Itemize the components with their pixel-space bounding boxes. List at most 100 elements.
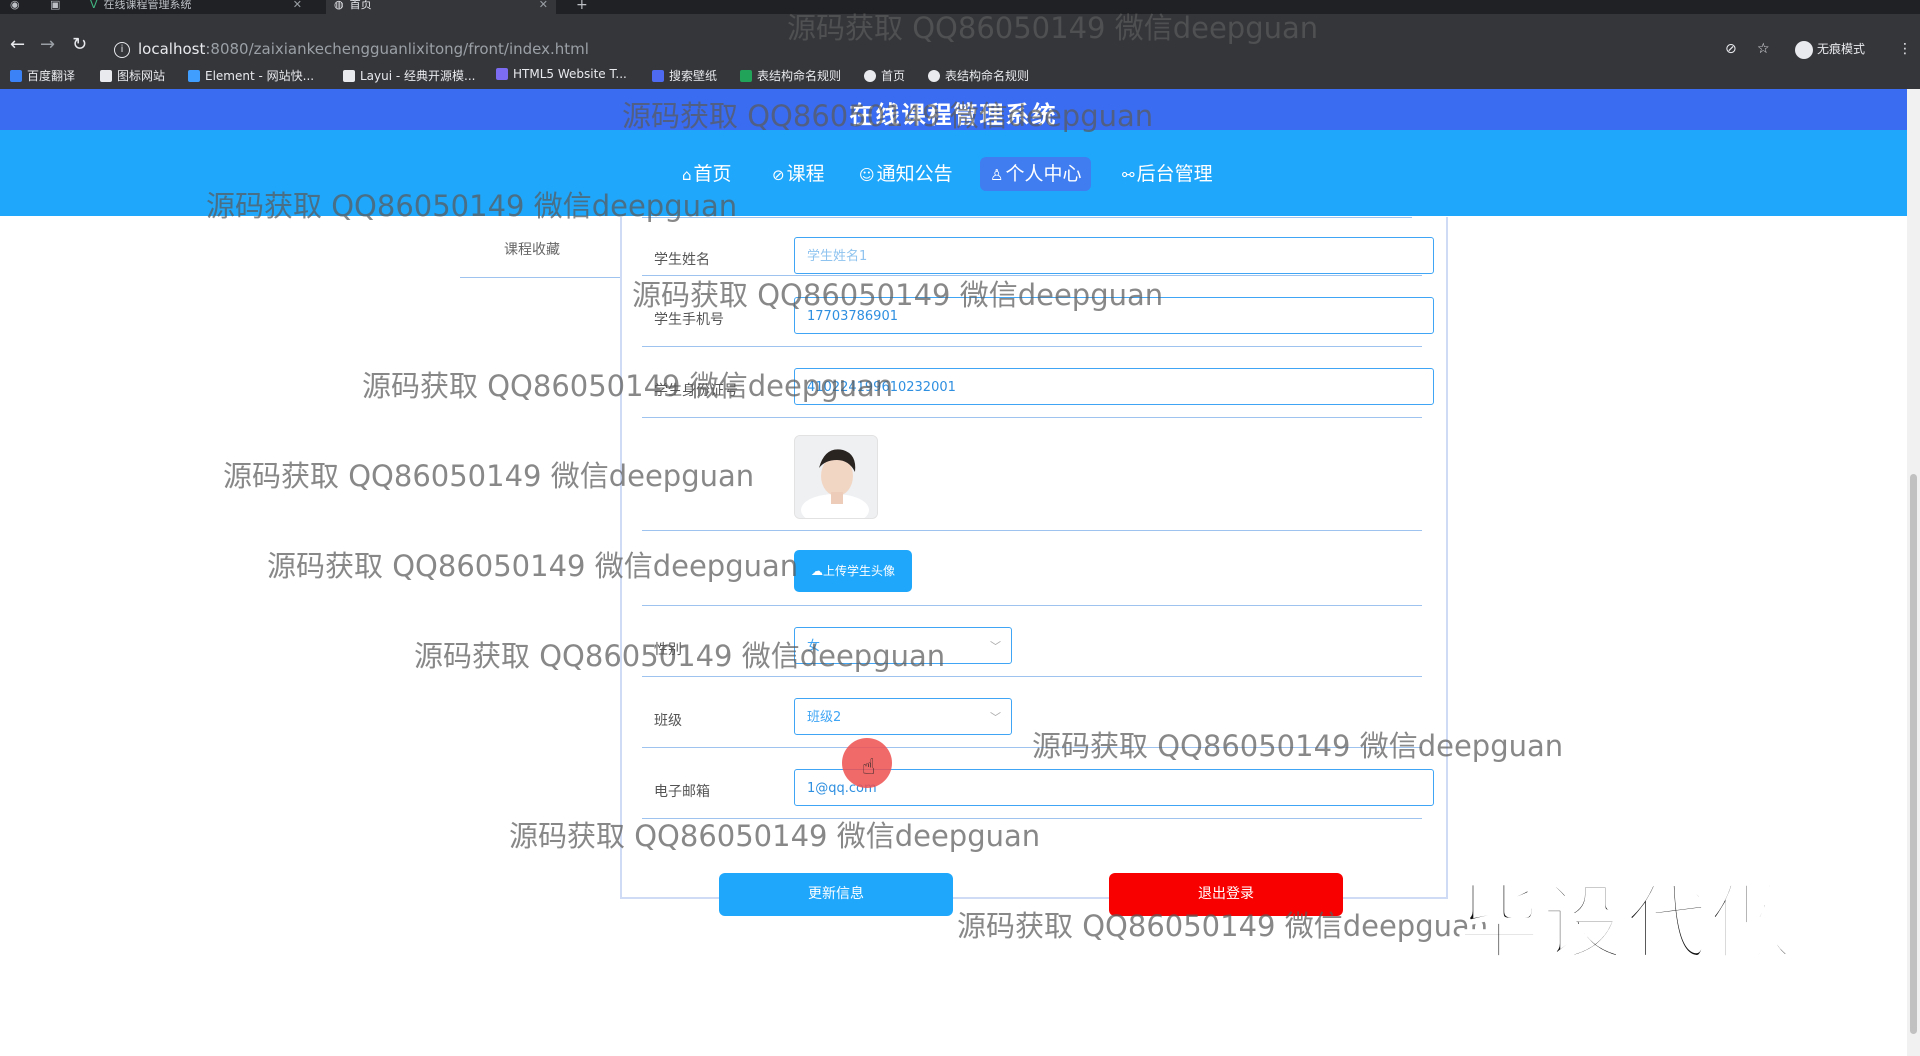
form-row-phone: 学生手机号 17703786901 xyxy=(642,275,1434,347)
promo-stamp: 毕设代做 xyxy=(1456,875,1795,973)
menu-kebab-icon[interactable]: ⋮ xyxy=(1898,41,1912,57)
tab-search-icon[interactable]: ▣ xyxy=(50,0,70,14)
bookmark-item[interactable]: Layui - 经典开源模... xyxy=(343,67,475,84)
incognito-icon xyxy=(1795,40,1813,59)
reload-icon[interactable]: ↻ xyxy=(72,36,87,54)
browser-logo-icon: ◉ xyxy=(10,0,20,11)
nav-notices[interactable]: ☺ 通知公告 xyxy=(849,157,963,191)
tab-title: 首页 xyxy=(349,0,372,11)
star-icon[interactable]: ☆ xyxy=(1757,41,1770,57)
back-arrow-icon[interactable]: ← xyxy=(10,36,25,54)
bookmarks-bar: 百度翻译 图标网站 Element - 网站快... Layui - 经典开源模… xyxy=(0,61,1920,90)
flag-icon xyxy=(100,70,112,82)
avatar-photo xyxy=(795,436,877,518)
class-value: 班级2 xyxy=(807,710,842,725)
nav-profile[interactable]: ♙ 个人中心 xyxy=(980,157,1092,191)
nav-label: 首页 xyxy=(693,163,732,185)
bookmark-label: 百度翻译 xyxy=(27,69,76,83)
avatar xyxy=(794,435,878,519)
scrollbar-thumb[interactable] xyxy=(1910,474,1917,1034)
upload-avatar-button[interactable]: ☁上传学生头像 xyxy=(794,550,912,592)
translate-icon xyxy=(10,70,22,82)
student-name-input[interactable]: 学生姓名1 xyxy=(794,237,1434,274)
bookmark-label: Layui - 经典开源模... xyxy=(360,69,476,83)
close-icon[interactable]: ✕ xyxy=(293,0,302,10)
new-tab-button[interactable]: + xyxy=(576,0,596,14)
nav-courses[interactable]: ⊘ 课程 xyxy=(762,157,835,191)
tab-home[interactable]: ◍ 首页 ✕ xyxy=(326,0,556,14)
upload-label: 上传学生头像 xyxy=(822,564,895,578)
form-row-name: 学生姓名 学生姓名1 xyxy=(642,217,1434,276)
forward-arrow-icon[interactable]: → xyxy=(40,36,55,54)
nav-label: 后台管理 xyxy=(1136,163,1213,185)
form-row-avatar xyxy=(642,417,1422,531)
element-icon xyxy=(188,70,200,82)
chevron-down-icon: ﹀ xyxy=(990,711,1001,724)
form-row-email: 电子邮箱 1@qq.com xyxy=(642,747,1434,819)
site-header: 在线课程管理系统 xyxy=(0,89,1907,130)
form-row-upload: ☁上传学生头像 xyxy=(642,530,1422,606)
course-icon: ⊘ xyxy=(772,166,785,184)
incognito-badge[interactable]: 无痕模式 xyxy=(1795,40,1865,59)
bookmark-label: HTML5 Website T... xyxy=(513,67,627,81)
id-number-input[interactable]: 410224199610232001 xyxy=(794,368,1434,405)
logout-button[interactable]: 退出登录 xyxy=(1109,873,1343,916)
incognito-label: 无痕模式 xyxy=(1817,42,1866,56)
cloud-upload-icon: ☁ xyxy=(810,564,823,578)
layui-icon xyxy=(343,70,355,82)
gender-label: 性别 xyxy=(654,642,682,658)
notice-icon: ☺ xyxy=(859,166,875,184)
tab-course-system[interactable]: V 在线课程管理系统 ✕ xyxy=(90,0,310,14)
bookmark-item[interactable]: 首页 xyxy=(864,67,905,84)
gender-value: 女 xyxy=(807,639,821,654)
chevron-down-icon: ﹀ xyxy=(990,640,1001,653)
class-select[interactable]: 班级2 ﹀ xyxy=(794,698,1012,735)
sheet-icon xyxy=(740,70,752,82)
phone-label: 学生手机号 xyxy=(654,312,724,328)
form-row-gender: 性别 女 ﹀ xyxy=(642,605,1422,677)
sidebar-item-favorites[interactable]: 课程收藏 xyxy=(460,241,620,278)
nav-label: 个人中心 xyxy=(1005,163,1082,185)
nav-home[interactable]: ⌂ 首页 xyxy=(672,157,742,191)
email-label: 电子邮箱 xyxy=(654,784,710,800)
bookmark-item[interactable]: 表结构命名规则 xyxy=(928,67,1029,84)
url-path: :8080/zaixiankechengguanlixitong/front/i… xyxy=(205,40,589,58)
bookmark-item[interactable]: 图标网站 xyxy=(100,67,165,84)
link-icon: ⚯ xyxy=(1122,166,1135,184)
phone-input[interactable]: 17703786901 xyxy=(794,297,1434,334)
user-icon: ♙ xyxy=(990,166,1004,184)
url-text[interactable]: localhost:8080/zaixiankechengguanlixiton… xyxy=(138,40,589,58)
browser-toolbar: ← → ↻ i localhost:8080/zaixiankechenggua… xyxy=(0,14,1920,61)
update-info-button[interactable]: 更新信息 xyxy=(719,873,953,916)
nav-label: 通知公告 xyxy=(876,163,953,185)
sidebar-item-label: 课程收藏 xyxy=(504,242,560,258)
main-nav: ⌂ 首页 ⊘ 课程 ☺ 通知公告 ♙ 个人中心 ⚯ 后台管理 xyxy=(0,130,1907,216)
gender-select[interactable]: 女 ﹀ xyxy=(794,627,1012,664)
form-row-id: 学生身份证号 410224199610232001 xyxy=(642,346,1434,418)
site-title: 在线课程管理系统 xyxy=(849,101,1058,129)
bookmark-label: 表结构命名规则 xyxy=(945,69,1030,83)
url-host: localhost xyxy=(138,40,206,58)
bookmark-item[interactable]: HTML5 Website T... xyxy=(496,67,627,81)
wallpaper-icon xyxy=(652,70,664,82)
page-scrollbar[interactable] xyxy=(1907,89,1920,1056)
bookmark-item[interactable]: Element - 网站快... xyxy=(188,67,314,84)
close-icon[interactable]: ✕ xyxy=(539,0,548,10)
email-input[interactable]: 1@qq.com xyxy=(794,769,1434,806)
bookmark-item[interactable]: 搜索壁纸 xyxy=(652,67,717,84)
browser-tab-strip: ◉ ▣ V 在线课程管理系统 ✕ ◍ 首页 ✕ + xyxy=(0,0,1920,14)
globe-icon xyxy=(928,70,940,82)
hand-cursor-icon: ☝ xyxy=(862,755,876,780)
bookmark-label: 搜索壁纸 xyxy=(669,69,718,83)
bookmark-label: Element - 网站快... xyxy=(205,69,315,83)
site-info-icon[interactable]: i xyxy=(114,42,130,58)
eye-off-icon[interactable]: ⊘ xyxy=(1725,41,1737,57)
globe-icon: ◍ xyxy=(334,0,344,11)
bookmark-item[interactable]: 表结构命名规则 xyxy=(740,67,841,84)
form-row-class: 班级 班级2 ﹀ xyxy=(642,676,1422,748)
bookmark-item[interactable]: 百度翻译 xyxy=(10,67,75,84)
nav-label: 课程 xyxy=(786,163,825,185)
profile-form: 学生姓名 学生姓名1 学生手机号 17703786901 学生身份证号 4102… xyxy=(620,217,1448,899)
bookmark-label: 首页 xyxy=(881,69,906,83)
nav-admin[interactable]: ⚯ 后台管理 xyxy=(1112,157,1223,191)
